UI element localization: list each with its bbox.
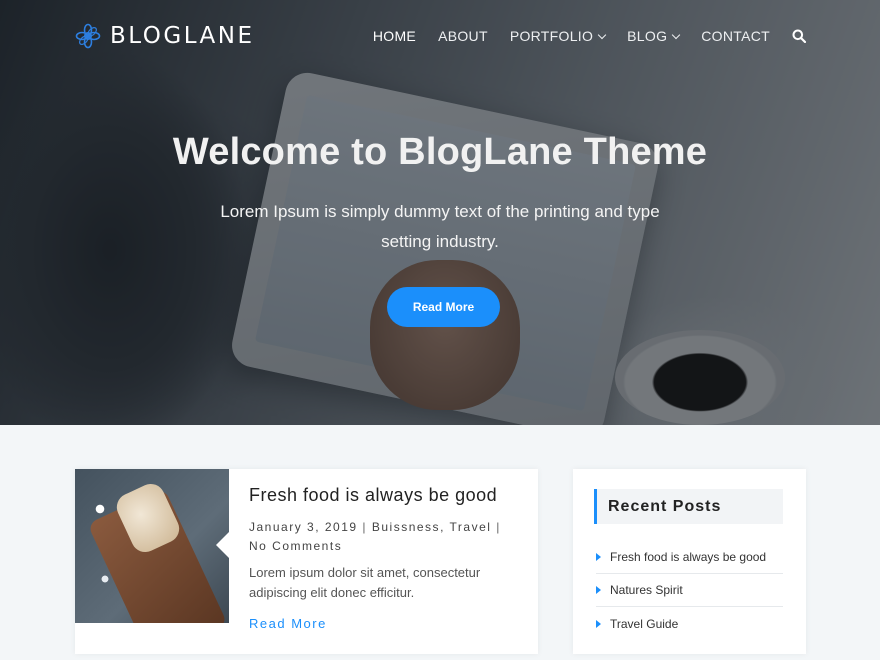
thumbnail-notch (216, 531, 229, 559)
hero-title: Welcome to BlogLane Theme (172, 131, 708, 173)
nav-item-blog-label: BLOG (627, 28, 668, 44)
recent-post-link[interactable]: Natures Spirit (610, 583, 683, 597)
post-category[interactable]: Travel (450, 520, 492, 534)
meta-comma: , (440, 520, 450, 534)
nav-item-portfolio[interactable]: PORTFOLIO (509, 28, 607, 44)
chevron-down-icon (597, 30, 607, 39)
site-header: BLOGLANE HOME ABOUT PORTFOLIO BLOG CONTA… (0, 0, 880, 74)
nav-item-portfolio-label: PORTFOLIO (509, 28, 594, 44)
post-read-more-link[interactable]: Read More (249, 616, 327, 631)
caret-right-icon (596, 553, 601, 561)
nav-item-about[interactable]: ABOUT (438, 28, 488, 44)
post-thumbnail[interactable] (75, 469, 229, 623)
main-nav: HOME ABOUT PORTFOLIO BLOG CONTACT (373, 28, 806, 44)
post-comments-link[interactable]: No Comments (249, 539, 342, 553)
post-category[interactable]: Buissness (372, 520, 440, 534)
meta-separator: | (496, 520, 501, 534)
recent-posts-widget: Recent Posts Fresh food is always be goo… (573, 469, 806, 654)
post-title[interactable]: Fresh food is always be good (249, 485, 497, 506)
recent-post-link[interactable]: Fresh food is always be good (610, 550, 766, 564)
recent-posts-list: Fresh food is always be good Natures Spi… (596, 541, 783, 640)
widget-title: Recent Posts (594, 489, 783, 524)
meta-separator: | (362, 520, 372, 534)
nav-item-contact-label: CONTACT (701, 28, 770, 44)
nav-item-blog[interactable]: BLOG (627, 28, 681, 44)
nav-item-about-label: ABOUT (438, 28, 488, 44)
caret-right-icon (596, 586, 601, 594)
list-item[interactable]: Fresh food is always be good (596, 541, 783, 574)
nav-item-home[interactable]: HOME (373, 28, 416, 44)
site-logo[interactable]: BLOGLANE (75, 23, 255, 49)
chevron-down-icon (672, 30, 681, 39)
post-date[interactable]: January 3, 2019 (249, 520, 358, 534)
logo-flower-icon (75, 23, 101, 49)
list-item[interactable]: Natures Spirit (596, 574, 783, 607)
site-logo-text: BLOGLANE (110, 23, 255, 49)
post-meta: January 3, 2019 | Buissness, Travel | No… (249, 518, 519, 556)
post-excerpt: Lorem ipsum dolor sit amet, consectetur … (249, 565, 481, 600)
hero-read-more-button[interactable]: Read More (387, 287, 500, 327)
nav-item-home-label: HOME (372, 28, 417, 44)
nav-item-contact[interactable]: CONTACT (701, 28, 770, 44)
post-card: Fresh food is always be good January 3, … (75, 469, 538, 654)
hero-subtitle: Lorem Ipsum is simply dummy text of the … (220, 202, 660, 251)
caret-right-icon (596, 619, 601, 628)
list-item[interactable]: Travel Guide (596, 607, 783, 640)
search-icon (792, 29, 806, 43)
search-button[interactable] (792, 29, 806, 43)
recent-post-link[interactable]: Travel Guide (610, 617, 678, 631)
